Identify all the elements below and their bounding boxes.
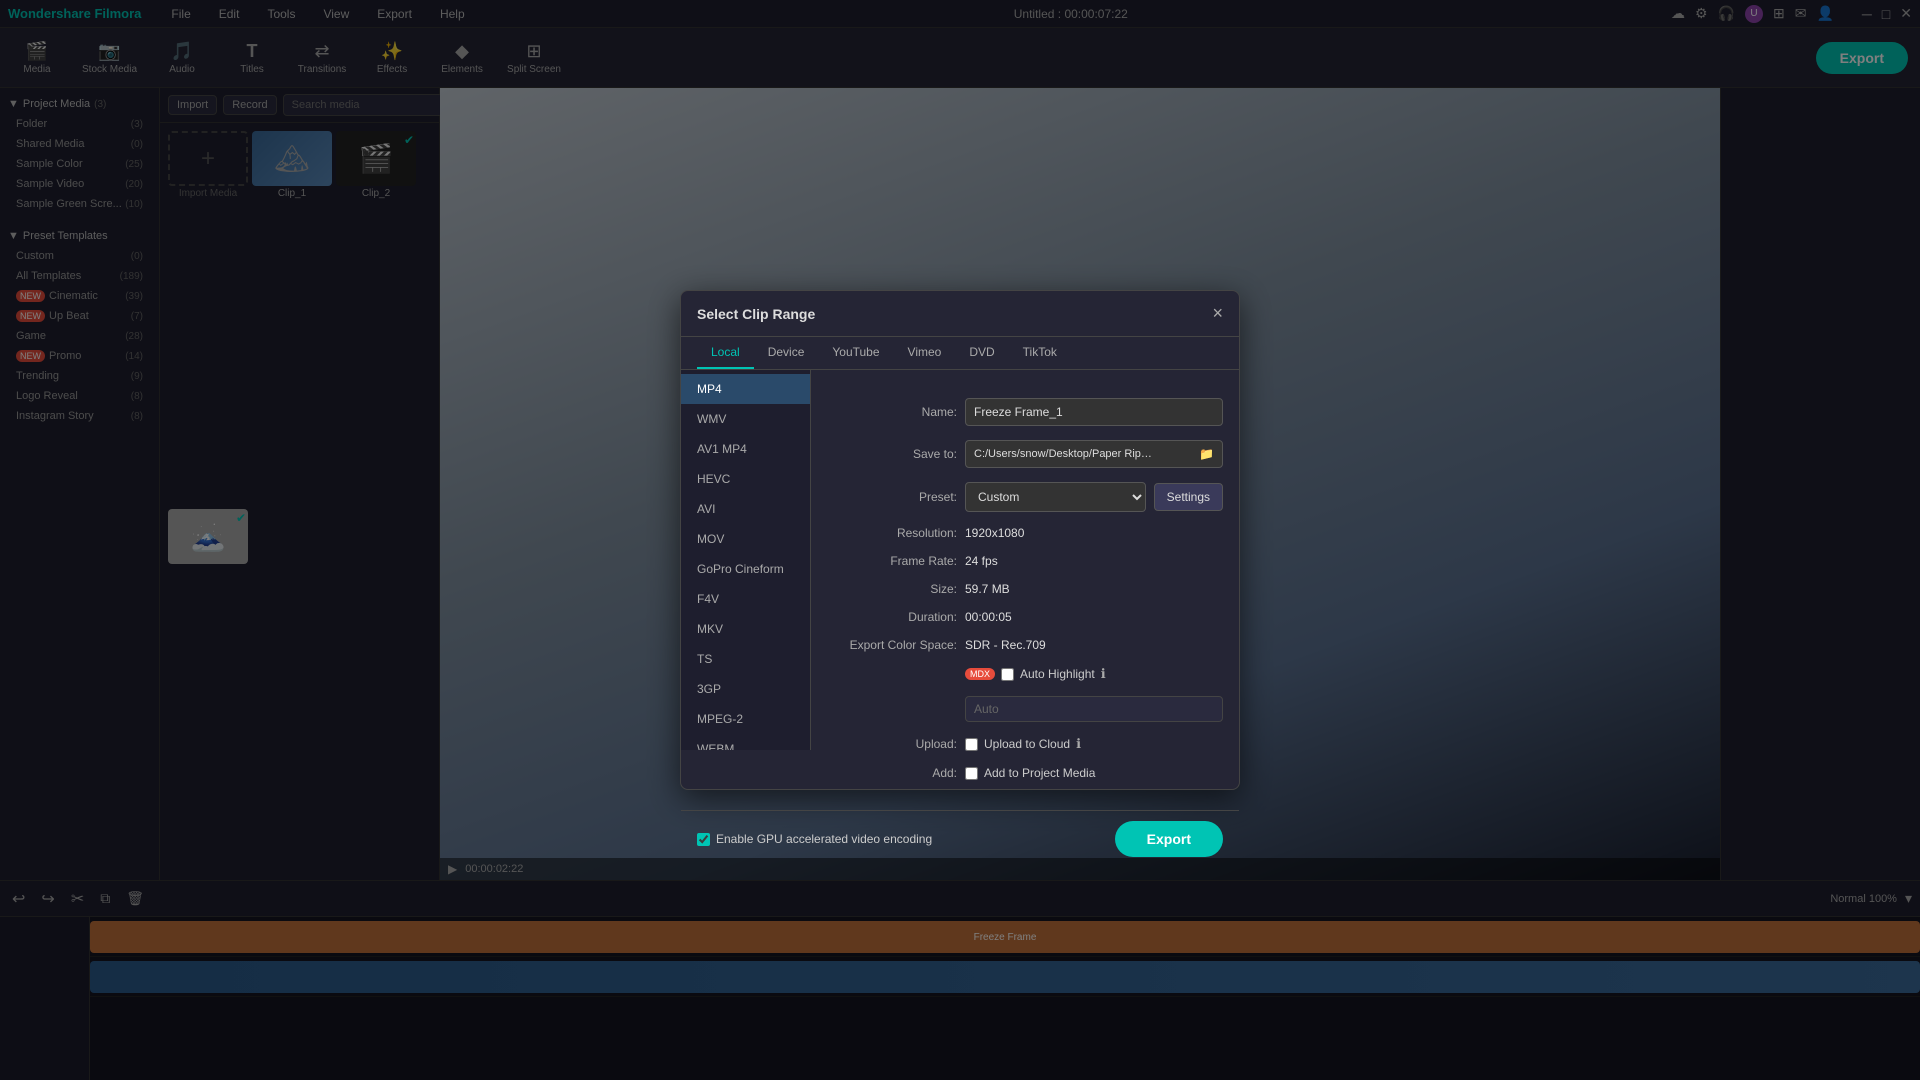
upload-cloud-checkbox[interactable]	[965, 738, 978, 751]
name-label: Name:	[827, 405, 957, 419]
tab-device[interactable]: Device	[754, 337, 819, 369]
path-value: C:/Users/snow/Desktop/Paper Rip Transti	[974, 448, 1154, 460]
format-webm[interactable]: WEBM	[681, 734, 810, 750]
info-icon-highlight[interactable]: ℹ	[1101, 666, 1106, 682]
settings-button[interactable]: Settings	[1154, 483, 1223, 511]
gpu-encode-label: Enable GPU accelerated video encoding	[716, 832, 932, 846]
tab-local[interactable]: Local	[697, 337, 754, 369]
color-space-value: SDR - Rec.709	[965, 638, 1223, 652]
export-modal: Select Clip Range × Local Device YouTube…	[680, 290, 1240, 790]
save-to-label: Save to:	[827, 447, 957, 461]
mdvx-badge: MDX	[965, 668, 995, 680]
add-project-label: Add to Project Media	[984, 766, 1095, 780]
auto-select-dropdown: Auto	[965, 696, 1223, 722]
format-gopro[interactable]: GoPro Cineform	[681, 554, 810, 584]
size-row: Size: 59.7 MB	[827, 582, 1223, 596]
format-mp4[interactable]: MP4	[681, 374, 810, 404]
resolution-row: Resolution: 1920x1080	[827, 526, 1223, 540]
add-checkbox-row: Add to Project Media	[965, 766, 1095, 780]
auto-highlight-label: Auto Highlight	[1020, 667, 1095, 681]
gpu-encode-checkbox[interactable]	[697, 833, 710, 846]
format-mov[interactable]: MOV	[681, 524, 810, 554]
save-to-row: Save to: C:/Users/snow/Desktop/Paper Rip…	[827, 440, 1223, 468]
preset-select[interactable]: Custom	[965, 482, 1146, 512]
format-mkv[interactable]: MKV	[681, 614, 810, 644]
name-input[interactable]	[965, 398, 1223, 426]
save-to-path[interactable]: C:/Users/snow/Desktop/Paper Rip Transti …	[965, 440, 1223, 468]
format-ts[interactable]: TS	[681, 644, 810, 674]
export-modal-button[interactable]: Export	[1115, 821, 1223, 857]
upload-row: Upload: Upload to Cloud ℹ	[827, 736, 1223, 752]
modal-tabs: Local Device YouTube Vimeo DVD TikTok	[681, 337, 1239, 370]
format-avi[interactable]: AVI	[681, 494, 810, 524]
preset-label: Preset:	[827, 490, 957, 504]
tab-tiktok[interactable]: TikTok	[1009, 337, 1071, 369]
tab-dvd[interactable]: DVD	[955, 337, 1008, 369]
resolution-label: Resolution:	[827, 526, 957, 540]
name-row: Name:	[827, 398, 1223, 426]
folder-icon[interactable]: 📁	[1199, 447, 1214, 461]
modal-overlay: Select Clip Range × Local Device YouTube…	[0, 0, 1920, 1080]
modal-body: MP4 WMV AV1 MP4 HEVC AVI MOV GoPro Cinef…	[681, 370, 1239, 810]
format-f4v[interactable]: F4V	[681, 584, 810, 614]
format-av1mp4[interactable]: AV1 MP4	[681, 434, 810, 464]
color-space-row: Export Color Space: SDR - Rec.709	[827, 638, 1223, 652]
auto-highlight-checkbox[interactable]	[1001, 668, 1014, 681]
frame-rate-label: Frame Rate:	[827, 554, 957, 568]
modal-close-button[interactable]: ×	[1212, 303, 1223, 324]
format-wmv[interactable]: WMV	[681, 404, 810, 434]
info-icon-upload[interactable]: ℹ	[1076, 736, 1081, 752]
duration-row: Duration: 00:00:05	[827, 610, 1223, 624]
resolution-value: 1920x1080	[965, 526, 1223, 540]
upload-label: Upload:	[827, 737, 957, 751]
format-hevc[interactable]: HEVC	[681, 464, 810, 494]
add-label: Add:	[827, 766, 957, 780]
duration-label: Duration:	[827, 610, 957, 624]
size-label: Size:	[827, 582, 957, 596]
format-mpeg2[interactable]: MPEG-2	[681, 704, 810, 734]
size-value: 59.7 MB	[965, 582, 1223, 596]
duration-value: 00:00:05	[965, 610, 1223, 624]
format-3gp[interactable]: 3GP	[681, 674, 810, 704]
add-row: Add: Add to Project Media	[827, 766, 1223, 780]
modal-footer: Enable GPU accelerated video encoding Ex…	[681, 810, 1239, 867]
color-space-label: Export Color Space:	[827, 638, 957, 652]
frame-rate-value: 24 fps	[965, 554, 1223, 568]
add-project-checkbox[interactable]	[965, 767, 978, 780]
frame-rate-row: Frame Rate: 24 fps	[827, 554, 1223, 568]
modal-header: Select Clip Range ×	[681, 291, 1239, 337]
modal-title: Select Clip Range	[697, 306, 815, 322]
auto-highlight-checkbox-row: MDX Auto Highlight ℹ	[965, 666, 1106, 682]
preset-row: Preset: Custom Settings	[827, 482, 1223, 512]
tab-youtube[interactable]: YouTube	[818, 337, 893, 369]
export-settings: Name: Save to: C:/Users/snow/Desktop/Pap…	[811, 370, 1239, 810]
gpu-checkbox-row: Enable GPU accelerated video encoding	[697, 832, 932, 846]
format-list: MP4 WMV AV1 MP4 HEVC AVI MOV GoPro Cinef…	[681, 370, 811, 750]
upload-checkbox-row: Upload to Cloud ℹ	[965, 736, 1081, 752]
auto-highlight-row: MDX Auto Highlight ℹ	[827, 666, 1223, 682]
tab-vimeo[interactable]: Vimeo	[894, 337, 956, 369]
auto-select-row: Auto	[827, 696, 1223, 722]
upload-cloud-label: Upload to Cloud	[984, 737, 1070, 751]
